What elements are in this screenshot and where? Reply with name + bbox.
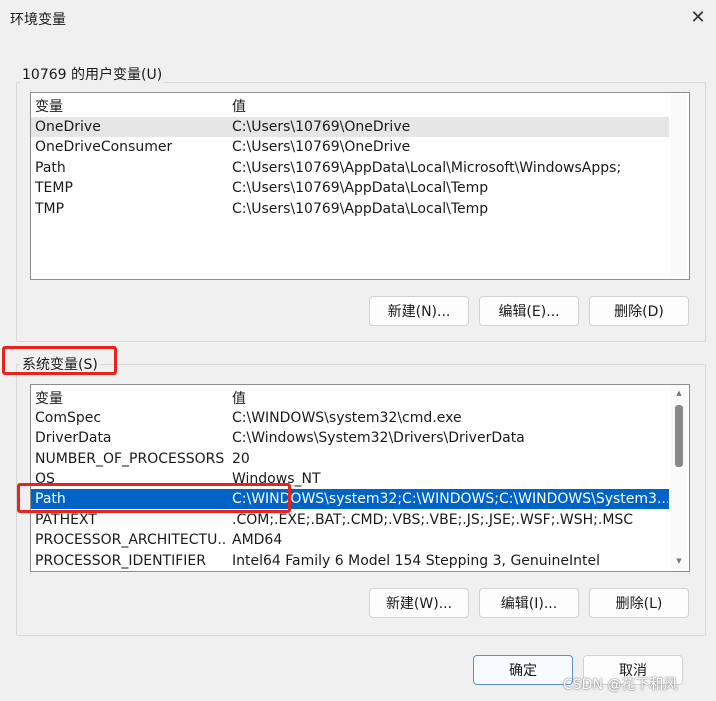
user-variables-list[interactable]: 变量 值 OneDrive C:\Users\10769\OneDrive On… — [30, 92, 690, 280]
ok-button[interactable]: 确定 — [473, 655, 573, 685]
table-row[interactable]: PROCESSOR_ARCHITECTU... AMD64 — [31, 530, 669, 550]
table-row[interactable]: DriverData C:\Windows\System32\Drivers\D… — [31, 428, 669, 448]
table-row[interactable]: Path C:\Users\10769\AppData\Local\Micros… — [31, 158, 669, 178]
column-header-value[interactable]: 值 — [232, 388, 246, 408]
scroll-up-icon[interactable]: ▲ — [674, 389, 684, 397]
window-title: 环境变量 — [10, 12, 66, 28]
user-list-scrollbar[interactable] — [671, 93, 687, 277]
row-variable-name: PATHEXT — [35, 512, 97, 528]
table-row[interactable]: OneDriveConsumer C:\Users\10769\OneDrive — [31, 137, 669, 157]
row-variable-value: C:\Users\10769\AppData\Local\Temp — [232, 201, 489, 217]
row-variable-value: AMD64 — [232, 532, 283, 548]
system-list-header[interactable]: 变量 值 — [31, 385, 689, 407]
table-row[interactable]: PROCESSOR_IDENTIFIER Intel64 Family 6 Mo… — [31, 551, 669, 571]
row-variable-name: Path — [35, 491, 66, 507]
row-variable-value: Windows_NT — [232, 471, 321, 487]
row-variable-value: Intel64 Family 6 Model 154 Stepping 3, G… — [232, 553, 601, 569]
user-new-button[interactable]: 新建(N)... — [369, 296, 469, 326]
watermark: CSDN @花下和风 — [563, 677, 678, 693]
row-variable-value: C:\Windows\System32\Drivers\DriverData — [232, 430, 525, 446]
row-variable-name: OneDriveConsumer — [35, 139, 173, 155]
table-row[interactable]: TMP C:\Users\10769\AppData\Local\Temp — [31, 199, 669, 219]
row-variable-value: C:\Users\10769\OneDrive — [232, 139, 411, 155]
row-variable-name: NUMBER_OF_PROCESSORS — [35, 451, 225, 467]
table-row[interactable]: OS Windows_NT — [31, 469, 669, 489]
row-variable-value: C:\Users\10769\AppData\Local\Temp — [232, 180, 489, 196]
row-variable-value: C:\Users\10769\OneDrive — [232, 119, 411, 135]
scroll-down-icon[interactable]: ▼ — [674, 557, 684, 565]
table-row-selected[interactable]: Path C:\WINDOWS\system32;C:\WINDOWS;C:\W… — [31, 489, 669, 509]
system-edit-button[interactable]: 编辑(I)... — [479, 588, 579, 618]
title-bar: 环境变量 ✕ — [0, 0, 716, 36]
row-variable-value: 20 — [232, 451, 250, 467]
column-header-value[interactable]: 值 — [232, 96, 246, 116]
user-variables-label: 10769 的用户变量(U) — [20, 64, 165, 84]
table-row[interactable]: TEMP C:\Users\10769\AppData\Local\Temp — [31, 178, 669, 198]
row-variable-name: PROCESSOR_IDENTIFIER — [35, 553, 206, 569]
row-variable-value: C:\WINDOWS\system32;C:\WINDOWS;C:\WINDOW… — [232, 491, 668, 507]
row-variable-name: TEMP — [35, 180, 73, 196]
close-icon[interactable]: ✕ — [686, 6, 710, 30]
user-edit-button[interactable]: 编辑(E)... — [479, 296, 579, 326]
row-variable-name: ComSpec — [35, 410, 102, 426]
row-variable-name: DriverData — [35, 430, 112, 446]
system-new-button[interactable]: 新建(W)... — [369, 588, 469, 618]
system-variables-list[interactable]: 变量 值 ComSpec C:\WINDOWS\system32\cmd.exe… — [30, 384, 690, 572]
system-list-scrollbar[interactable]: ▲ ▼ — [671, 385, 687, 569]
table-row[interactable]: OneDrive C:\Users\10769\OneDrive — [31, 117, 669, 137]
table-row[interactable]: ComSpec C:\WINDOWS\system32\cmd.exe — [31, 408, 669, 428]
column-header-name[interactable]: 变量 — [35, 96, 63, 116]
user-list-header[interactable]: 变量 值 — [31, 93, 689, 115]
row-variable-value: .COM;.EXE;.BAT;.CMD;.VBS;.VBE;.JS;.JSE;.… — [232, 512, 634, 528]
table-row[interactable]: PATHEXT .COM;.EXE;.BAT;.CMD;.VBS;.VBE;.J… — [31, 510, 669, 530]
row-variable-value: C:\Users\10769\AppData\Local\Microsoft\W… — [232, 160, 622, 176]
column-header-name[interactable]: 变量 — [35, 388, 63, 408]
row-variable-name: OS — [35, 471, 55, 487]
table-row[interactable]: NUMBER_OF_PROCESSORS 20 — [31, 449, 669, 469]
row-variable-name: TMP — [35, 201, 65, 217]
system-delete-button[interactable]: 删除(L) — [589, 588, 689, 618]
scrollbar-thumb[interactable] — [675, 405, 683, 467]
row-variable-name: OneDrive — [35, 119, 101, 135]
user-delete-button[interactable]: 删除(D) — [589, 296, 689, 326]
row-variable-name: PROCESSOR_ARCHITECTU... — [35, 532, 227, 548]
system-variables-label: 系统变量(S) — [20, 354, 100, 374]
row-variable-value: C:\WINDOWS\system32\cmd.exe — [232, 410, 462, 426]
row-variable-name: Path — [35, 160, 66, 176]
